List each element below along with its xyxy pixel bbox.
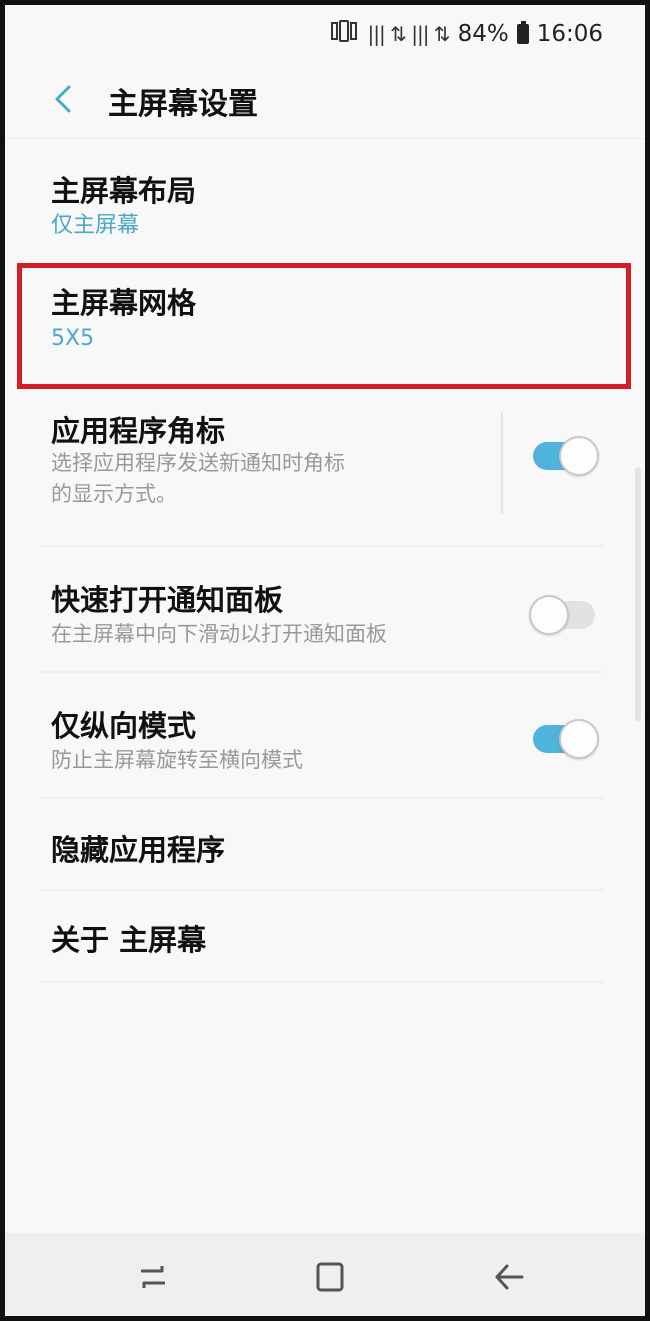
home-icon bbox=[316, 1262, 344, 1292]
app-badges-toggle[interactable] bbox=[529, 436, 599, 476]
setting-title: 隐藏应用程序 bbox=[51, 833, 226, 867]
setting-portrait-only[interactable]: 仅纵向模式 防止主屏幕旋转至横向模式 bbox=[5, 673, 645, 799]
setting-title: 应用程序角标 bbox=[51, 414, 226, 448]
status-icons: ||| ⇅ ||| ⇅ 84% 16:06 bbox=[330, 17, 603, 51]
setting-home-layout[interactable]: 主屏幕布局 仅主屏幕 bbox=[5, 140, 645, 260]
setting-title: 主屏幕布局 bbox=[51, 174, 197, 208]
chevron-left-icon bbox=[55, 85, 71, 113]
back-button[interactable] bbox=[41, 77, 85, 121]
setting-title: 快速打开通知面板 bbox=[51, 583, 284, 617]
signal-icons: ||| ⇅ ||| ⇅ bbox=[367, 22, 451, 46]
setting-description: 防止主屏幕旋转至横向模式 bbox=[51, 748, 303, 772]
scrollbar[interactable] bbox=[635, 467, 641, 721]
nav-back-button[interactable] bbox=[485, 1255, 533, 1299]
battery-percent: 84% bbox=[457, 21, 509, 47]
setting-value: 仅主屏幕 bbox=[51, 213, 140, 238]
setting-about-home[interactable]: 关于 主屏幕 bbox=[5, 891, 645, 983]
recent-apps-icon bbox=[141, 1266, 165, 1288]
clock: 16:06 bbox=[536, 21, 603, 47]
toggle-knob bbox=[529, 595, 569, 635]
phone-screen: ||| ⇅ ||| ⇅ 84% 16:06 主屏幕设置 主屏幕布局 仅主屏幕 主… bbox=[0, 0, 650, 1321]
page-title: 主屏幕设置 bbox=[108, 87, 258, 122]
setting-app-badges[interactable]: 应用程序角标 选择应用程序发送新通知时角标 的显示方式。 bbox=[5, 390, 645, 547]
setting-description: 的显示方式。 bbox=[51, 482, 177, 506]
portrait-only-toggle[interactable] bbox=[529, 719, 599, 759]
toggle-knob bbox=[559, 719, 599, 759]
setting-title: 仅纵向模式 bbox=[51, 709, 197, 743]
back-arrow-icon bbox=[495, 1264, 524, 1290]
toggle-knob bbox=[559, 436, 599, 476]
setting-quick-notification-panel[interactable]: 快速打开通知面板 在主屏幕中向下滑动以打开通知面板 bbox=[5, 547, 645, 673]
settings-list: 主屏幕布局 仅主屏幕 主屏幕网格 5X5 应用程序角标 选择应用程序发送新通知时… bbox=[5, 140, 645, 983]
setting-title: 关于 主屏幕 bbox=[51, 923, 207, 957]
battery-icon bbox=[516, 21, 529, 44]
vibrate-icon bbox=[330, 20, 360, 48]
recent-apps-button[interactable] bbox=[129, 1255, 177, 1299]
divider bbox=[41, 981, 603, 983]
app-bar: 主屏幕设置 bbox=[5, 63, 645, 139]
highlight-box bbox=[17, 263, 631, 389]
status-bar: ||| ⇅ ||| ⇅ 84% 16:06 bbox=[5, 5, 645, 63]
divider-vertical bbox=[501, 412, 503, 514]
setting-hide-apps[interactable]: 隐藏应用程序 bbox=[5, 799, 645, 891]
navigation-bar bbox=[5, 1233, 645, 1316]
setting-description: 在主屏幕中向下滑动以打开通知面板 bbox=[51, 622, 387, 646]
quick-panel-toggle[interactable] bbox=[529, 595, 597, 635]
home-button[interactable] bbox=[306, 1255, 354, 1299]
setting-description: 选择应用程序发送新通知时角标 bbox=[51, 451, 345, 475]
